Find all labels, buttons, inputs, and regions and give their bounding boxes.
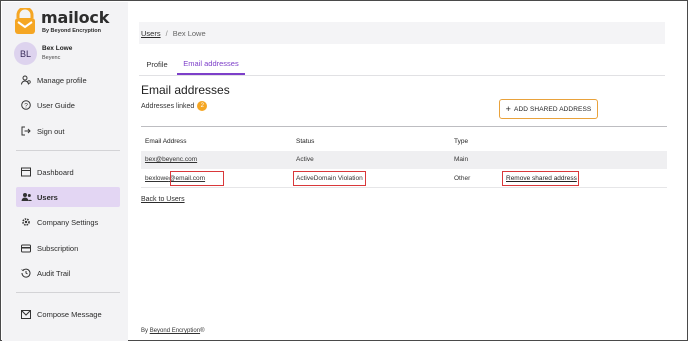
sidebar-item-audit-trail[interactable]: Audit Trail: [16, 263, 120, 283]
table-divider: [141, 126, 667, 127]
column-header-type: Type: [454, 138, 469, 145]
add-shared-address-label: ADD SHARED ADDRESS: [514, 105, 592, 113]
footer: By Beyond Encryption®: [141, 328, 204, 334]
gear-icon: [20, 216, 32, 228]
addresses-linked-label: Addresses linked: [141, 102, 195, 110]
mailock-logo-icon: [15, 8, 35, 34]
dashboard-icon: [20, 166, 32, 178]
highlight-status: [293, 171, 366, 186]
sidebar-item-dashboard[interactable]: Dashboard: [16, 162, 120, 182]
app-window: mailock By Beyond Encryption BL Bex Lowe…: [0, 0, 688, 341]
table-row: bex@beyenc.com Active Main: [141, 151, 667, 169]
user-org: Beyenc: [42, 55, 61, 61]
avatar: BL: [14, 42, 37, 65]
email-address-link[interactable]: bex@beyenc.com: [145, 156, 197, 163]
sidebar: mailock By Beyond Encryption BL Bex Lowe…: [2, 2, 128, 341]
sidebar-item-compose-message[interactable]: Compose Message: [16, 304, 120, 324]
sidebar-item-users[interactable]: Users: [16, 187, 120, 207]
tab-divider: [139, 75, 665, 76]
breadcrumb-separator: /: [165, 28, 168, 38]
sidebar-item-label: Audit Trail: [37, 268, 71, 278]
sidebar-item-label: Sign out: [37, 126, 65, 136]
sidebar-divider: [16, 150, 120, 151]
sidebar-item-user-guide[interactable]: ? User Guide: [16, 95, 120, 115]
count-badge: 2: [197, 101, 208, 111]
logo-text: mailock: [41, 8, 110, 27]
tab-profile[interactable]: Profile: [139, 54, 175, 75]
column-header-email: Email Address: [145, 138, 187, 145]
tab-bar: Profile Email addresses: [139, 54, 665, 75]
highlight-email-domain: [170, 171, 224, 186]
users-icon: [20, 191, 32, 203]
breadcrumb: Users / Bex Lowe: [139, 22, 665, 44]
table-header: Email Address Status Type: [141, 135, 667, 149]
footer-prefix: By: [141, 328, 149, 334]
sidebar-item-subscription[interactable]: Subscription: [16, 238, 120, 258]
breadcrumb-users-link[interactable]: Users: [141, 29, 161, 38]
person-gear-icon: [20, 74, 32, 86]
type-text: Other: [454, 175, 471, 182]
breadcrumb-current: Bex Lowe: [172, 28, 206, 38]
sign-out-icon: [20, 125, 32, 137]
user-name: Bex Lowe: [42, 45, 73, 52]
history-icon: [20, 267, 32, 279]
sidebar-item-company-settings[interactable]: Company Settings: [16, 212, 120, 232]
sidebar-divider: [16, 292, 120, 293]
back-to-users-link[interactable]: Back to Users: [141, 196, 185, 203]
sidebar-item-manage-profile[interactable]: Manage profile: [16, 70, 120, 90]
page-title: Email addresses: [141, 83, 230, 97]
type-text: Main: [454, 156, 469, 163]
user-profile: BL Bex Lowe Beyenc: [14, 42, 124, 66]
sidebar-item-label: Subscription: [37, 243, 79, 253]
credit-card-icon: [20, 242, 32, 254]
logo-tagline: By Beyond Encryption: [42, 28, 101, 34]
footer-brand-link[interactable]: Beyond Encryption: [150, 328, 200, 334]
tab-email-addresses[interactable]: Email addresses: [177, 54, 245, 75]
status-text: Active: [296, 156, 314, 163]
email-local-part: bexlowe: [145, 175, 169, 182]
sidebar-item-label: Company Settings: [37, 217, 99, 227]
sidebar-item-label: Dashboard: [37, 167, 74, 177]
sidebar-item-label: User Guide: [37, 100, 75, 110]
sidebar-item-label: Users: [37, 192, 58, 202]
highlight-remove-action: [502, 171, 579, 186]
sidebar-item-sign-out[interactable]: Sign out: [16, 121, 120, 141]
sidebar-item-label: Compose Message: [37, 309, 102, 319]
logo[interactable]: mailock By Beyond Encryption: [14, 8, 124, 38]
sidebar-item-label: Manage profile: [37, 75, 87, 85]
plus-icon: +: [505, 104, 512, 114]
compose-icon: [20, 308, 32, 320]
svg-text:?: ?: [24, 102, 28, 109]
column-header-status: Status: [296, 138, 315, 145]
addresses-linked: Addresses linked 2: [141, 101, 208, 111]
add-shared-address-button[interactable]: + ADD SHARED ADDRESS: [499, 99, 598, 119]
footer-suffix: ®: [200, 328, 205, 334]
question-circle-icon: ?: [20, 99, 32, 111]
